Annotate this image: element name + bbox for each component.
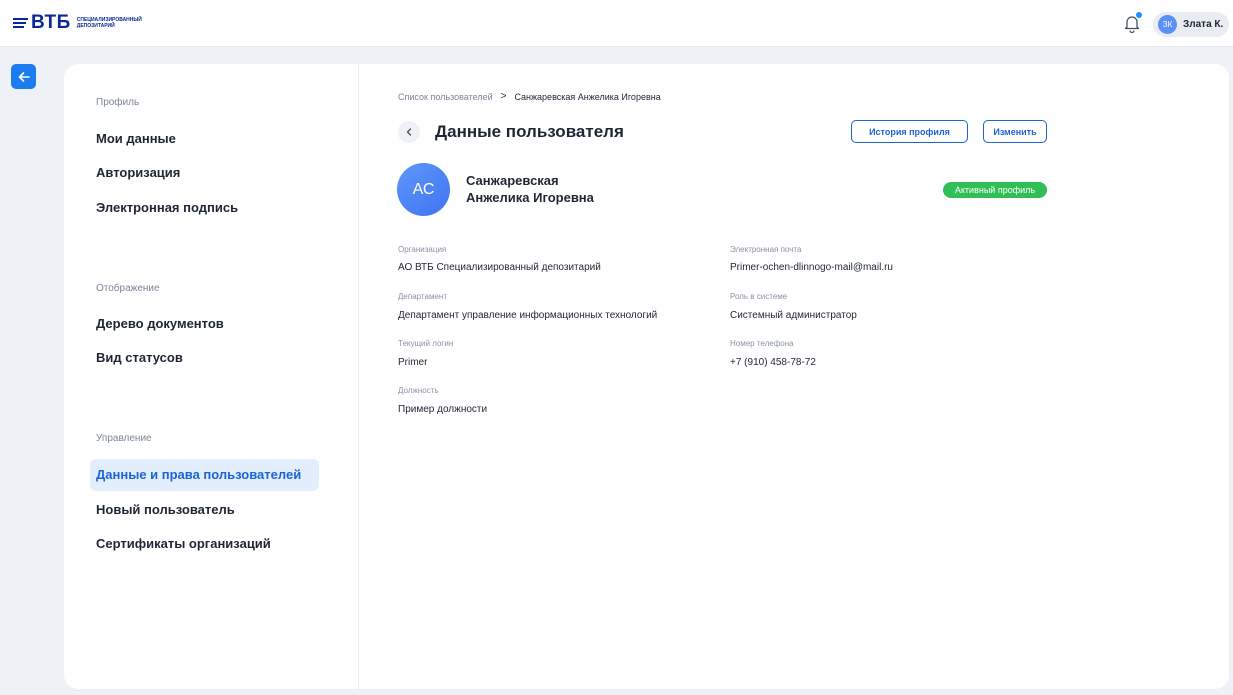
email-value: Primer-ochen-dlinnogo-mail@mail.ru bbox=[730, 262, 893, 273]
sidebar-item-electronic-signature[interactable]: Электронная подпись bbox=[90, 192, 319, 224]
sidebar-item-new-user[interactable]: Новый пользователь bbox=[90, 494, 319, 526]
department-value: Департамент управление информационных те… bbox=[398, 310, 658, 321]
breadcrumb-users-list[interactable]: Список пользователей bbox=[398, 92, 493, 102]
page-back-button[interactable] bbox=[398, 121, 420, 143]
organization-label: Организация bbox=[398, 245, 447, 254]
section-label-display: Отображение bbox=[96, 283, 160, 294]
sidebar-item-org-certificates[interactable]: Сертификаты организаций bbox=[90, 528, 319, 560]
position-value: Пример должности bbox=[398, 404, 488, 415]
department-label: Департамент bbox=[398, 292, 447, 301]
sidebar-item-my-data[interactable]: Мои данные bbox=[90, 123, 319, 155]
logo-stripes-icon bbox=[13, 18, 28, 28]
role-value: Системный администратор bbox=[730, 310, 857, 321]
main-card: Профиль Мои данные Авторизация Электронн… bbox=[64, 64, 1229, 689]
user-menu[interactable]: ЗК Злата К. bbox=[1153, 12, 1229, 37]
top-bar: ВТБ Специализированный депозитарий ЗК Зл… bbox=[0, 0, 1233, 47]
settings-sidebar: Профиль Мои данные Авторизация Электронн… bbox=[64, 64, 359, 689]
section-label-profile: Профиль bbox=[96, 97, 140, 108]
sidebar-item-authorization[interactable]: Авторизация bbox=[90, 157, 319, 189]
role-label: Роль в системе bbox=[730, 292, 788, 301]
user-name: Злата К. bbox=[1183, 19, 1224, 30]
sidebar-item-document-tree[interactable]: Дерево документов bbox=[90, 308, 319, 340]
notification-indicator bbox=[1136, 12, 1142, 18]
email-label: Электронная почта bbox=[730, 245, 802, 254]
logo-text: ВТБ bbox=[31, 12, 71, 33]
edit-button[interactable]: Изменить bbox=[983, 120, 1047, 143]
user-last-name: Санжаревская bbox=[466, 173, 559, 188]
user-avatar-large: АС bbox=[397, 163, 450, 216]
arrow-left-icon bbox=[18, 71, 30, 82]
status-badge: Активный профиль bbox=[943, 182, 1047, 198]
user-first-middle-name: Анжелика Игоревна bbox=[466, 190, 594, 205]
page-title: Данные пользователя bbox=[435, 122, 624, 141]
vtb-logo[interactable]: ВТБ Специализированный депозитарий bbox=[13, 12, 142, 33]
user-avatar: ЗК bbox=[1158, 15, 1177, 34]
login-label: Текущий логин bbox=[398, 339, 454, 348]
position-label: Должность bbox=[398, 386, 439, 395]
user-details-panel: Список пользователей > Санжаревская Анже… bbox=[360, 64, 1229, 689]
breadcrumb-separator: > bbox=[500, 91, 507, 102]
breadcrumb-current: Санжаревская Анжелика Игоревна bbox=[514, 91, 661, 102]
section-label-management: Управление bbox=[96, 433, 152, 444]
phone-label: Номер телефона bbox=[730, 339, 794, 348]
phone-value: +7 (910) 458-78-72 bbox=[730, 357, 816, 368]
back-arrow-button[interactable] bbox=[11, 64, 36, 89]
login-value: Primer bbox=[398, 357, 428, 368]
sidebar-item-user-data-rights[interactable]: Данные и права пользователей bbox=[90, 459, 319, 491]
breadcrumb: Список пользователей > Санжаревская Анже… bbox=[398, 91, 661, 102]
profile-history-button[interactable]: История профиля bbox=[851, 120, 968, 143]
user-full-name: Санжаревская Анжелика Игоревна bbox=[466, 172, 594, 206]
logo-subtitle: Специализированный депозитарий bbox=[76, 16, 142, 29]
chevron-left-icon bbox=[406, 128, 412, 136]
sidebar-item-status-view[interactable]: Вид статусов bbox=[90, 342, 319, 374]
organization-value: АО ВТБ Специализированный депозитарий bbox=[398, 262, 601, 273]
